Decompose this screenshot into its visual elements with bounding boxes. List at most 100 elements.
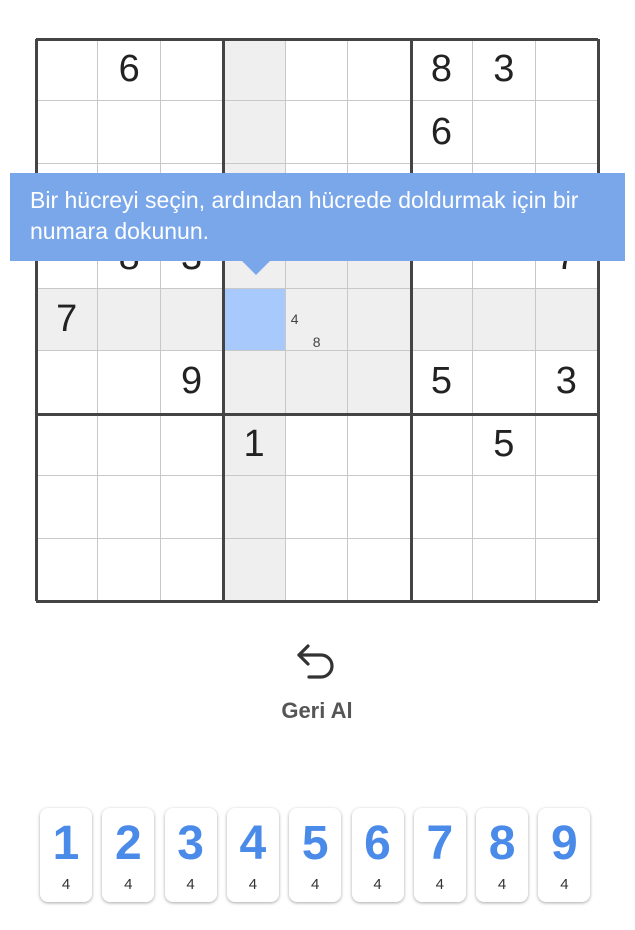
number-key-4[interactable]: 44 [226, 808, 279, 902]
sudoku-cell[interactable] [36, 538, 99, 601]
sudoku-cell[interactable] [98, 288, 161, 352]
sudoku-cell[interactable] [473, 288, 536, 352]
number-key-digit: 7 [426, 817, 454, 870]
sudoku-cell[interactable] [348, 538, 411, 601]
pencil-note: 4 [290, 310, 299, 327]
sudoku-cell[interactable] [348, 351, 411, 414]
sudoku-cell[interactable] [285, 413, 349, 477]
box-divider-vertical [409, 39, 413, 601]
sudoku-cell[interactable] [535, 413, 598, 477]
sudoku-cell[interactable]: 1 [223, 413, 286, 477]
sudoku-cell[interactable]: 8 [410, 39, 474, 102]
sudoku-cell[interactable] [410, 288, 474, 352]
number-key-2[interactable]: 24 [102, 808, 155, 902]
sudoku-cell[interactable] [36, 351, 99, 414]
pencil-notes: 48 [286, 289, 347, 350]
number-key-remaining-count: 4 [124, 876, 133, 893]
sudoku-cell[interactable]: 3 [535, 351, 598, 414]
number-key-remaining-count: 4 [61, 876, 71, 893]
sudoku-cell[interactable] [535, 101, 598, 164]
number-key-remaining-count: 4 [373, 876, 382, 893]
sudoku-cell[interactable] [160, 476, 224, 539]
sudoku-cell[interactable] [348, 101, 411, 164]
sudoku-cell[interactable] [473, 351, 536, 414]
sudoku-cell[interactable] [98, 476, 161, 539]
sudoku-cell[interactable] [223, 101, 286, 164]
sudoku-cell[interactable] [160, 413, 224, 477]
sudoku-cell[interactable] [98, 538, 161, 601]
number-key-digit: 4 [239, 817, 267, 870]
sudoku-cell[interactable]: 6 [410, 101, 474, 164]
undo-button[interactable]: Geri Al [262, 640, 372, 740]
sudoku-cell[interactable] [36, 413, 99, 477]
sudoku-cell[interactable]: 5 [473, 413, 536, 477]
sudoku-cell[interactable] [348, 39, 411, 102]
sudoku-cell[interactable] [223, 538, 286, 601]
box-divider-vertical [34, 39, 38, 601]
sudoku-cell[interactable] [160, 288, 224, 352]
sudoku-cell[interactable] [473, 101, 536, 164]
sudoku-cell[interactable] [160, 39, 224, 102]
number-key-6[interactable]: 64 [351, 808, 404, 902]
sudoku-cell[interactable] [348, 413, 411, 477]
sudoku-cell[interactable] [535, 476, 598, 539]
sudoku-cell[interactable] [285, 351, 349, 414]
sudoku-cell[interactable] [348, 476, 411, 539]
sudoku-cell[interactable] [98, 101, 161, 164]
sudoku-cell[interactable] [285, 39, 349, 102]
sudoku-cell[interactable] [36, 39, 99, 102]
sudoku-cell[interactable]: 48 [285, 288, 349, 352]
sudoku-cell[interactable] [285, 476, 349, 539]
number-key-7[interactable]: 74 [413, 808, 466, 902]
hint-tooltip: Bir hücreyi seçin, ardından hücrede dold… [10, 173, 625, 275]
sudoku-cell[interactable] [285, 538, 349, 601]
number-key-digit: 1 [52, 817, 80, 870]
sudoku-cell[interactable] [160, 538, 224, 601]
sudoku-cell[interactable] [98, 351, 161, 414]
sudoku-cell[interactable]: 7 [36, 288, 99, 352]
sudoku-cell[interactable]: 6 [98, 39, 161, 102]
undo-label: Geri Al [281, 698, 353, 723]
sudoku-cell[interactable] [535, 288, 598, 352]
number-key-5[interactable]: 54 [289, 808, 342, 902]
number-key-1[interactable]: 14 [40, 808, 92, 902]
number-key-3[interactable]: 34 [164, 808, 217, 902]
sudoku-cell[interactable] [160, 101, 224, 164]
sudoku-board: 683683774895315 [34, 37, 600, 603]
box-divider-vertical [221, 39, 225, 601]
sudoku-cell[interactable] [535, 538, 598, 601]
number-key-digit: 6 [364, 817, 391, 870]
sudoku-cell[interactable] [473, 476, 536, 539]
number-key-digit: 5 [301, 817, 329, 870]
sudoku-cell[interactable] [98, 413, 161, 477]
sudoku-cell[interactable] [223, 39, 286, 102]
sudoku-cell[interactable] [223, 288, 286, 352]
number-key-9[interactable]: 94 [538, 808, 591, 902]
sudoku-cell[interactable] [36, 476, 99, 539]
sudoku-cell[interactable] [285, 101, 349, 164]
number-key-digit: 9 [551, 817, 578, 870]
number-key-remaining-count: 4 [497, 876, 507, 893]
sudoku-cell[interactable] [348, 288, 411, 352]
box-divider-vertical [596, 39, 600, 601]
sudoku-cell[interactable] [410, 413, 474, 477]
sudoku-cell[interactable] [473, 538, 536, 601]
number-key-digit: 8 [488, 817, 516, 870]
sudoku-cell[interactable]: 9 [160, 351, 224, 414]
sudoku-cell[interactable] [410, 538, 474, 601]
number-key-8[interactable]: 84 [476, 808, 529, 902]
pencil-note: 8 [312, 333, 321, 350]
sudoku-cell[interactable] [223, 351, 286, 414]
sudoku-cell[interactable] [36, 101, 99, 164]
number-key-digit: 3 [177, 817, 204, 870]
sudoku-cell[interactable]: 5 [410, 351, 474, 414]
sudoku-cell[interactable] [410, 476, 474, 539]
box-divider-horizontal [36, 37, 598, 41]
sudoku-cell[interactable]: 3 [473, 39, 536, 102]
number-pad: 142434445464748494 [40, 808, 596, 904]
sudoku-cell[interactable] [223, 476, 286, 539]
sudoku-cell[interactable] [535, 39, 598, 102]
hint-tooltip-text: Bir hücreyi seçin, ardından hücrede dold… [30, 187, 579, 244]
box-divider-horizontal [36, 599, 598, 603]
undo-arrow-icon [262, 640, 372, 684]
